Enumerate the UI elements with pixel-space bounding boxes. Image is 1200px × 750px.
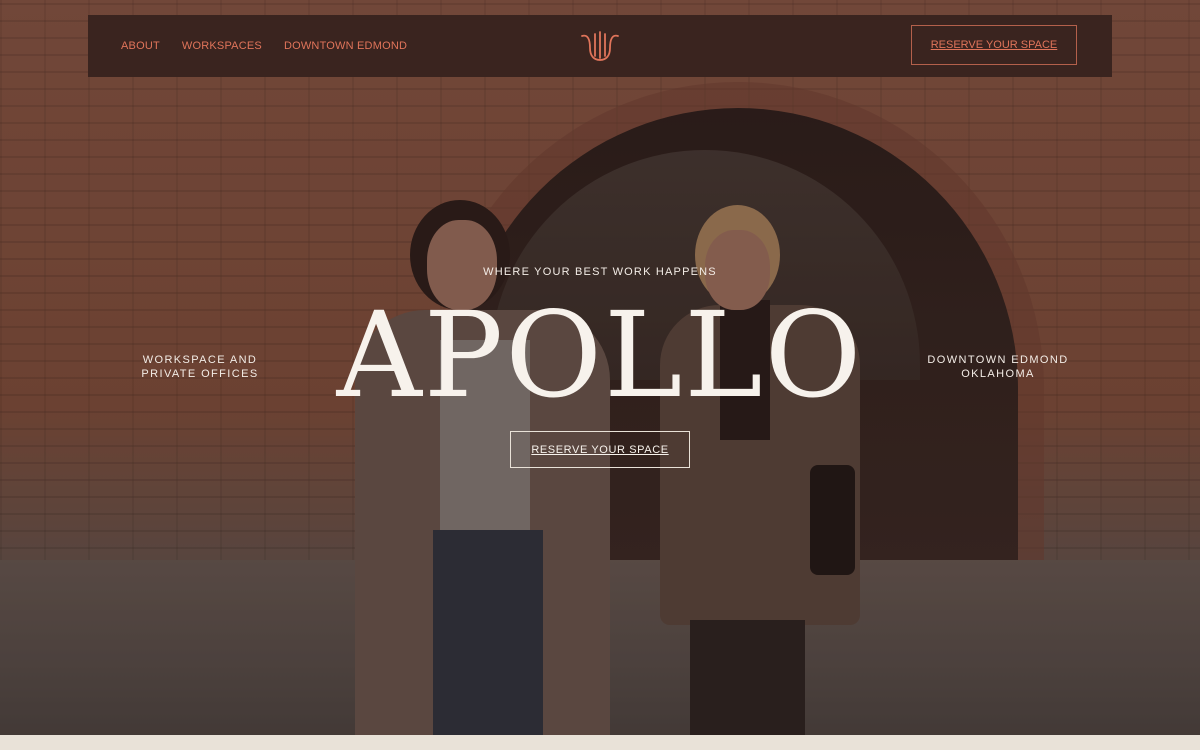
right-caption-line-1: DOWNTOWN EDMOND — [927, 354, 1069, 366]
nav-reserve-button[interactable]: RESERVE YOUR SPACE — [911, 25, 1077, 65]
nav-links: ABOUT WORKSPACES DOWNTOWN EDMOND — [121, 15, 407, 77]
hero-left-caption: WORKSPACE AND PRIVATE OFFICES — [120, 353, 280, 381]
hero-right-caption: DOWNTOWN EDMOND OKLAHOMA — [918, 353, 1078, 381]
nav-link-workspaces[interactable]: WORKSPACES — [182, 40, 262, 52]
nav-link-about[interactable]: ABOUT — [121, 40, 160, 52]
right-caption-line-2: OKLAHOMA — [961, 368, 1035, 380]
left-caption-line-1: WORKSPACE AND — [142, 354, 258, 366]
nav-link-downtown-edmond[interactable]: DOWNTOWN EDMOND — [284, 40, 407, 52]
hero-tagline: WHERE YOUR BEST WORK HAPPENS — [483, 266, 717, 278]
hero-reserve-button[interactable]: RESERVE YOUR SPACE — [510, 431, 690, 468]
top-navigation: ABOUT WORKSPACES DOWNTOWN EDMOND RESERVE… — [88, 15, 1112, 77]
apollo-lyre-logo-icon[interactable] — [580, 30, 620, 62]
page-footer-edge — [0, 735, 1200, 750]
left-caption-line-2: PRIVATE OFFICES — [141, 368, 259, 380]
